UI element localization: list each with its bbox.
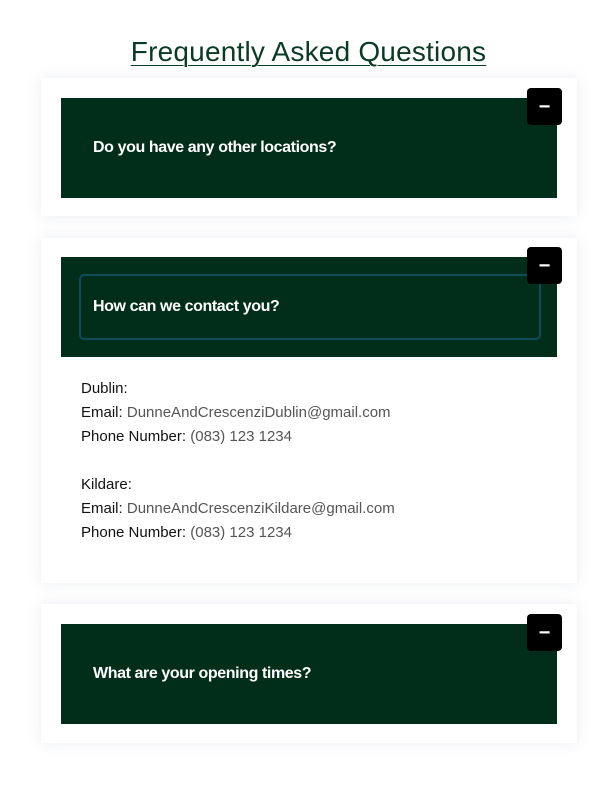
- email-label: Email:: [81, 404, 123, 421]
- faq-question-text: How can we contact you?: [93, 298, 280, 315]
- dublin-phone[interactable]: (083) 123 1234: [190, 428, 292, 445]
- faq-card-opening-times: What are your opening times? −: [41, 604, 577, 743]
- faq-card-locations: Do you have any other locations? −: [41, 78, 577, 216]
- faq-question-text: What are your opening times?: [93, 665, 312, 682]
- dublin-phone-line: Phone Number: (083) 123 1234: [81, 425, 551, 449]
- faq-question-opening-times[interactable]: What are your opening times? −: [61, 614, 562, 724]
- phone-label: Phone Number:: [81, 428, 187, 445]
- faq-page: Frequently Asked Questions Do you have a…: [0, 0, 604, 794]
- faq-question-contact[interactable]: How can we contact you? −: [61, 247, 562, 357]
- faq-card-contact: How can we contact you? − Dublin: Email:…: [41, 238, 577, 583]
- email-label: Email:: [81, 500, 123, 517]
- kildare-heading: Kildare:: [81, 476, 132, 493]
- kildare-phone[interactable]: (083) 123 1234: [190, 524, 292, 541]
- kildare-phone-line: Phone Number: (083) 123 1234: [81, 521, 551, 545]
- dublin-email[interactable]: DunneAndCrescenziDublin@gmail.com: [127, 404, 391, 421]
- faq-question-locations[interactable]: Do you have any other locations? −: [61, 88, 562, 198]
- faq-question-text: Do you have any other locations?: [93, 139, 337, 156]
- kildare-email[interactable]: DunneAndCrescenziKildare@gmail.com: [127, 500, 395, 517]
- kildare-email-line: Email: DunneAndCrescenziKildare@gmail.co…: [81, 497, 551, 521]
- minus-icon[interactable]: −: [527, 247, 562, 284]
- phone-label: Phone Number:: [81, 524, 187, 541]
- dublin-heading: Dublin:: [81, 380, 128, 397]
- minus-icon[interactable]: −: [527, 614, 562, 651]
- minus-icon[interactable]: −: [527, 88, 562, 125]
- dublin-email-line: Email: DunneAndCrescenziDublin@gmail.com: [81, 401, 551, 425]
- faq-answer-contact: Dublin: Email: DunneAndCrescenziDublin@g…: [81, 377, 551, 545]
- page-title: Frequently Asked Questions: [130, 36, 487, 67]
